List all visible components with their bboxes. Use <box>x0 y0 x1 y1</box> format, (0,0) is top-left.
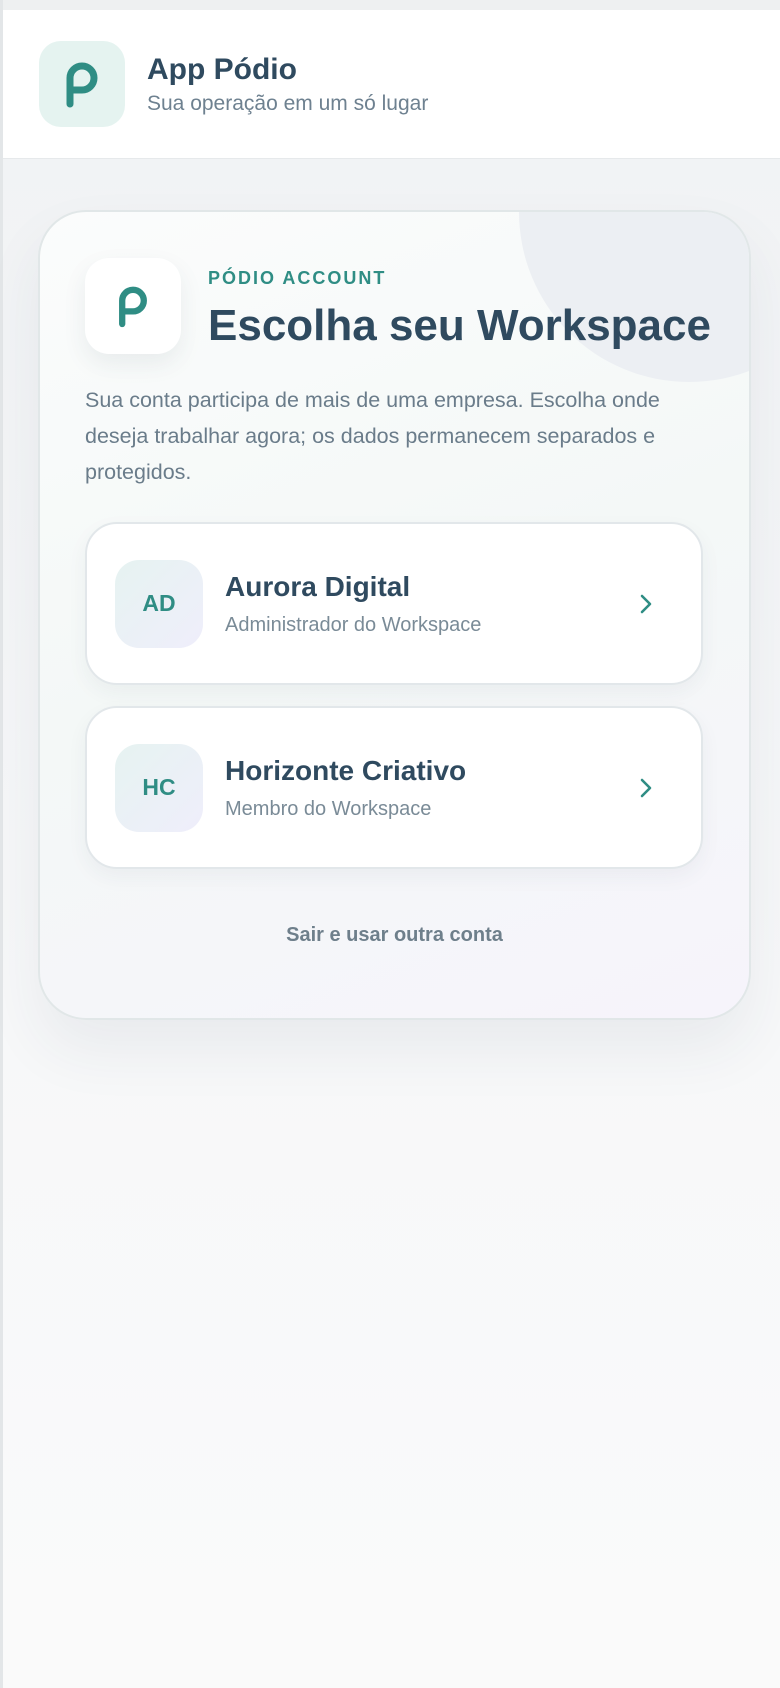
app-title: App Pódio <box>147 53 297 86</box>
workspace-selection-card: PÓDIO ACCOUNT Escolha seu Workspace Sua … <box>38 210 751 1020</box>
card-description: Sua conta participa de mais de uma empre… <box>85 388 660 484</box>
page: App Pódio Sua operação em um só lugar PÓ… <box>0 0 780 1688</box>
workspace-avatar: AD <box>115 559 203 648</box>
app-title-group: App Pódio Sua operação em um só lugar <box>147 52 428 116</box>
app-header: App Pódio Sua operação em um só lugar <box>3 10 780 159</box>
workspace-name: Aurora Digital <box>225 571 411 602</box>
eyebrow-label: PÓDIO ACCOUNT <box>208 268 387 288</box>
workspace-item-horizonte-criativo[interactable]: HC Horizonte Criativo Membro do Workspac… <box>85 706 703 869</box>
decorative-circle <box>519 212 749 382</box>
workspace-text: Aurora Digital Administrador do Workspac… <box>225 570 639 637</box>
chevron-right-icon <box>639 777 659 799</box>
logout-link[interactable]: Sair e usar outra conta <box>40 924 749 947</box>
workspace-item-aurora-digital[interactable]: AD Aurora Digital Administrador do Works… <box>85 522 703 685</box>
workspace-role: Membro do Workspace <box>225 798 432 820</box>
chevron-right-icon <box>639 593 659 615</box>
workspace-text: Horizonte Criativo Membro do Workspace <box>225 754 639 821</box>
workspace-avatar: HC <box>115 743 203 832</box>
app-subtitle: Sua operação em um só lugar <box>147 92 429 115</box>
card-logo-icon <box>85 258 181 354</box>
status-strip <box>3 0 780 10</box>
app-logo-icon <box>39 41 125 127</box>
workspace-role: Administrador do Workspace <box>225 614 482 636</box>
card-title: Escolha seu Workspace <box>208 301 711 350</box>
workspace-name: Horizonte Criativo <box>225 755 467 786</box>
